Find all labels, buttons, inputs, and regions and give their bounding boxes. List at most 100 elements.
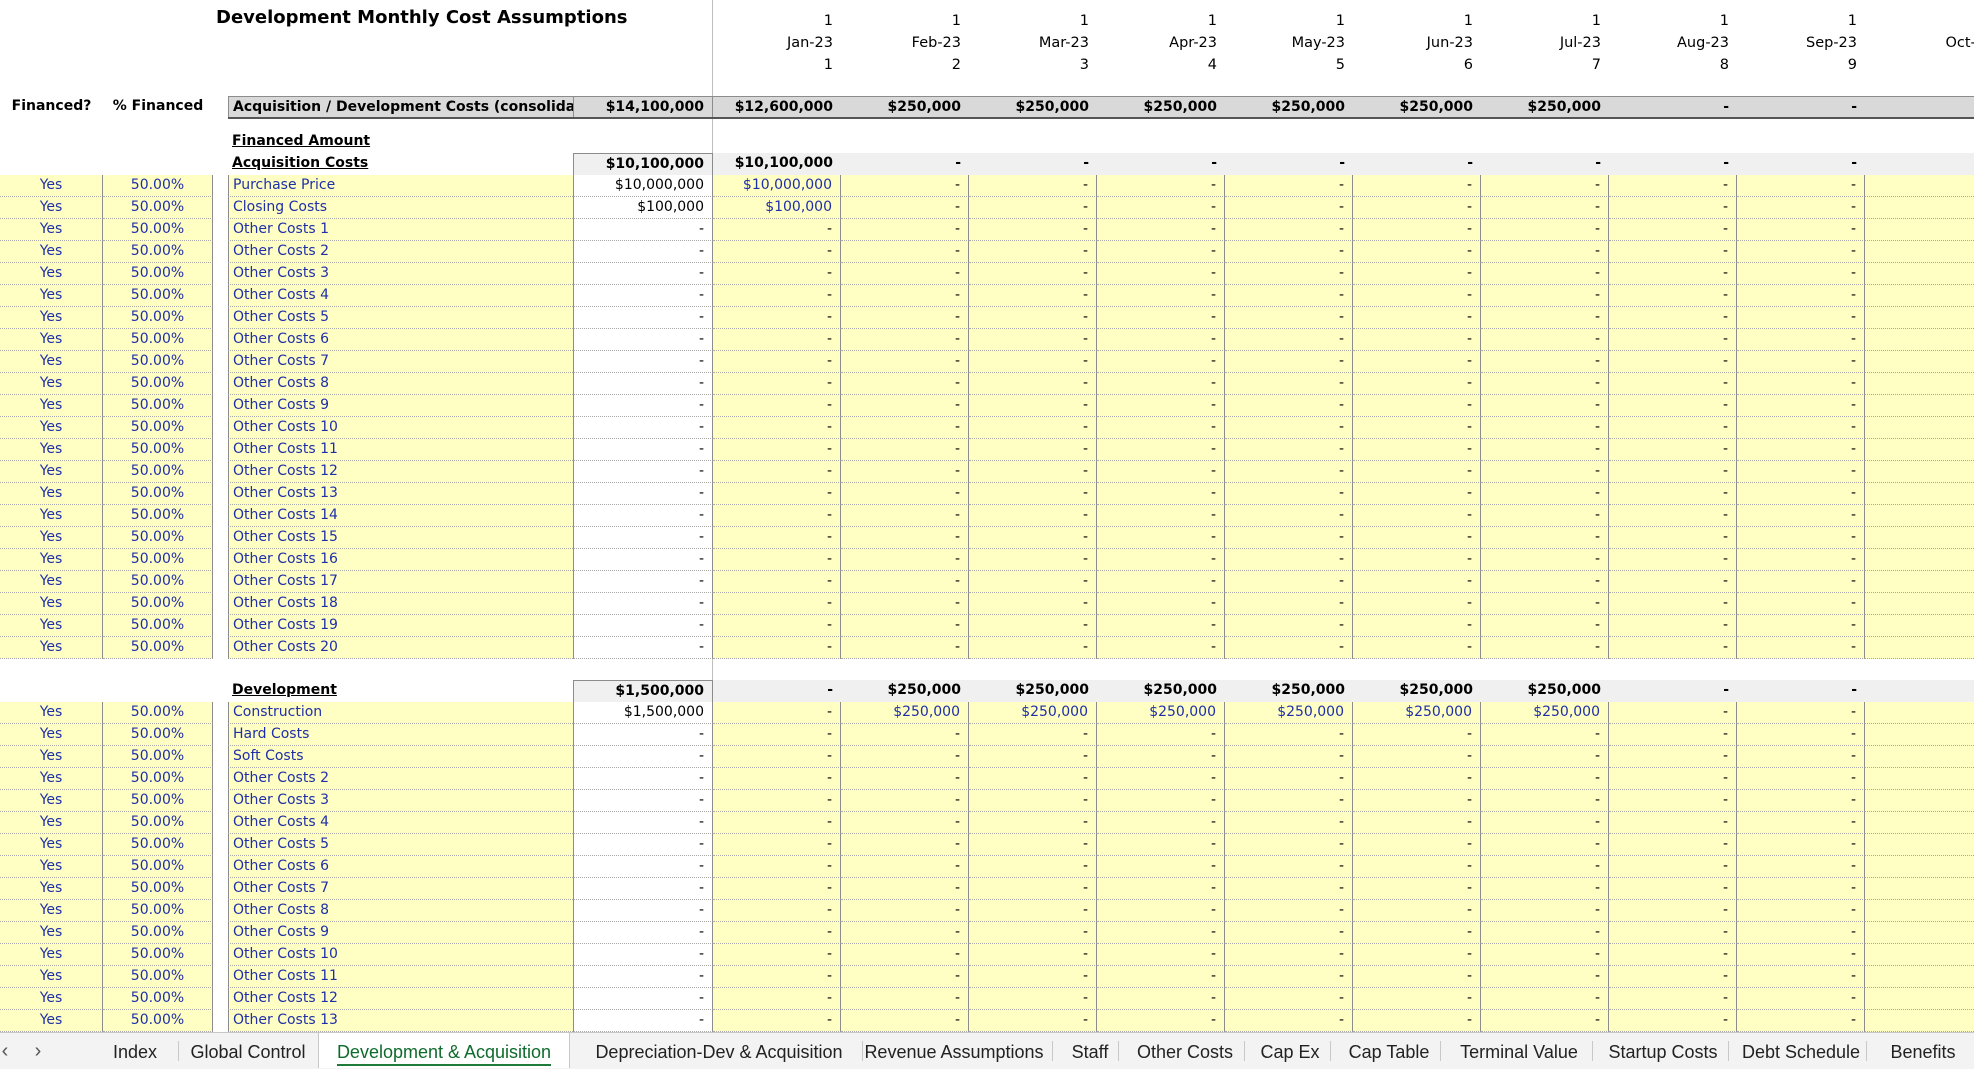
pct-financed-cell[interactable]: 50.00% xyxy=(103,527,213,549)
sheet-tab-global-control[interactable]: Global Control xyxy=(168,1033,328,1068)
cost-month-input[interactable]: - xyxy=(1097,790,1225,812)
sheet-tab-depreciation-dev-acquisition[interactable]: Depreciation-Dev & Acquisition xyxy=(576,1033,862,1068)
financed-flag-cell[interactable]: Yes xyxy=(0,944,103,966)
cost-month-input[interactable]: - xyxy=(1609,988,1737,1010)
cost-month-input[interactable]: - xyxy=(1481,944,1609,966)
cost-month-input[interactable]: - xyxy=(841,439,969,461)
cost-month-input[interactable]: - xyxy=(969,944,1097,966)
cost-month-input[interactable]: - xyxy=(1481,966,1609,988)
cost-month-input[interactable]: - xyxy=(1225,593,1353,615)
cost-month-input[interactable]: - xyxy=(1225,351,1353,373)
pct-financed-cell[interactable]: 50.00% xyxy=(103,593,213,615)
financed-flag-cell[interactable]: Yes xyxy=(0,329,103,351)
financed-flag-cell[interactable]: Yes xyxy=(0,307,103,329)
financed-flag-cell[interactable]: Yes xyxy=(0,834,103,856)
cost-month-input[interactable]: - xyxy=(969,1010,1097,1032)
pct-financed-cell[interactable]: 50.00% xyxy=(103,197,213,219)
cost-month-input[interactable]: - xyxy=(1481,988,1609,1010)
cost-month-input[interactable]: - xyxy=(841,571,969,593)
cost-month-input[interactable]: - xyxy=(969,593,1097,615)
cost-month-input[interactable]: - xyxy=(1353,329,1481,351)
financed-flag-cell[interactable]: Yes xyxy=(0,900,103,922)
sheet-tab-revenue-assumptions[interactable]: Revenue Assumptions xyxy=(856,1033,1052,1068)
cost-month-input[interactable]: - xyxy=(969,966,1097,988)
cost-month-input[interactable]: - xyxy=(713,637,841,659)
cost-month-input[interactable]: - xyxy=(1225,878,1353,900)
cost-month-input[interactable]: - xyxy=(969,724,1097,746)
cost-month-input[interactable]: - xyxy=(841,922,969,944)
cost-month-input[interactable]: - xyxy=(1225,263,1353,285)
cost-month-input[interactable]: - xyxy=(1353,637,1481,659)
cost-month-input[interactable]: - xyxy=(1609,461,1737,483)
cost-month-input[interactable]: - xyxy=(1225,285,1353,307)
cost-month-input[interactable]: - xyxy=(1225,768,1353,790)
cost-month-input[interactable]: - xyxy=(969,615,1097,637)
pct-financed-cell[interactable]: 50.00% xyxy=(103,285,213,307)
cost-month-input[interactable]: - xyxy=(841,878,969,900)
cost-item-name[interactable]: Other Costs 6 xyxy=(228,856,573,878)
cost-month-input[interactable]: - xyxy=(969,219,1097,241)
cost-month-input[interactable]: - xyxy=(841,746,969,768)
pct-financed-cell[interactable]: 50.00% xyxy=(103,790,213,812)
cost-month-input[interactable]: - xyxy=(713,922,841,944)
pct-financed-cell[interactable]: 50.00% xyxy=(103,1010,213,1032)
cost-month-input[interactable]: - xyxy=(1737,878,1865,900)
pct-financed-cell[interactable]: 50.00% xyxy=(103,812,213,834)
cost-month-input[interactable]: - xyxy=(713,505,841,527)
cost-month-input[interactable]: - xyxy=(1481,834,1609,856)
cost-month-input[interactable]: - xyxy=(969,263,1097,285)
spreadsheet-grid[interactable]: 1 Jan-23 1 1 Feb-23 2 1 Mar-23 3 1 Apr-23 4 1 May-23 5… xyxy=(0,0,1974,1032)
cost-month-input[interactable]: - xyxy=(1353,571,1481,593)
cost-month-input[interactable]: - xyxy=(1353,593,1481,615)
cost-month-input[interactable]: - xyxy=(841,549,969,571)
cost-month-input[interactable]: - xyxy=(1225,615,1353,637)
cost-month-input[interactable]: $250,000 xyxy=(969,702,1097,724)
cost-month-input[interactable]: - xyxy=(713,373,841,395)
cost-month-input[interactable]: - xyxy=(713,461,841,483)
financed-flag-cell[interactable]: Yes xyxy=(0,483,103,505)
cost-month-input[interactable]: - xyxy=(1097,878,1225,900)
cost-month-input[interactable]: - xyxy=(1225,461,1353,483)
cost-month-input[interactable]: - xyxy=(969,768,1097,790)
cost-month-input[interactable]: - xyxy=(1225,527,1353,549)
sheet-tab-staff[interactable]: Staff xyxy=(1062,1033,1118,1068)
cost-month-input[interactable]: - xyxy=(1225,483,1353,505)
cost-item-name[interactable]: Other Costs 4 xyxy=(228,285,573,307)
cost-month-input[interactable]: - xyxy=(713,439,841,461)
cost-month-input[interactable]: - xyxy=(841,790,969,812)
cost-month-input[interactable]: - xyxy=(1225,944,1353,966)
cost-month-input[interactable]: - xyxy=(1481,351,1609,373)
cost-month-input[interactable]: - xyxy=(969,856,1097,878)
cost-item-name[interactable]: Other Costs 5 xyxy=(228,834,573,856)
cost-month-input[interactable]: - xyxy=(1353,724,1481,746)
cost-month-input[interactable]: - xyxy=(1737,834,1865,856)
cost-month-input[interactable]: - xyxy=(1481,615,1609,637)
cost-month-input[interactable]: - xyxy=(841,768,969,790)
cost-month-input[interactable]: $250,000 xyxy=(1481,702,1609,724)
cost-month-input-overflow[interactable] xyxy=(1865,417,1974,439)
financed-flag-cell[interactable]: Yes xyxy=(0,922,103,944)
cost-month-input-overflow[interactable] xyxy=(1865,175,1974,197)
cost-item-name[interactable]: Other Costs 10 xyxy=(228,944,573,966)
cost-month-input[interactable]: - xyxy=(1097,263,1225,285)
sheet-tab-debt-schedule[interactable]: Debt Schedule xyxy=(1736,1033,1866,1068)
cost-month-input[interactable]: - xyxy=(1353,790,1481,812)
pct-financed-cell[interactable]: 50.00% xyxy=(103,768,213,790)
cost-month-input-overflow[interactable] xyxy=(1865,307,1974,329)
financed-flag-cell[interactable]: Yes xyxy=(0,373,103,395)
cost-month-input[interactable]: - xyxy=(1097,307,1225,329)
cost-month-input[interactable]: - xyxy=(1737,527,1865,549)
cost-month-input[interactable]: - xyxy=(1609,505,1737,527)
cost-month-input[interactable]: - xyxy=(1225,856,1353,878)
cost-month-input[interactable]: - xyxy=(1609,966,1737,988)
cost-month-input[interactable]: - xyxy=(1481,439,1609,461)
cost-month-input[interactable]: - xyxy=(1481,571,1609,593)
cost-month-input[interactable]: - xyxy=(969,197,1097,219)
cost-month-input[interactable]: - xyxy=(713,351,841,373)
cost-item-name[interactable]: Other Costs 9 xyxy=(228,922,573,944)
cost-month-input-overflow[interactable] xyxy=(1865,724,1974,746)
cost-month-input[interactable]: $250,000 xyxy=(1353,702,1481,724)
cost-month-input[interactable]: - xyxy=(1609,307,1737,329)
cost-month-input[interactable]: - xyxy=(1609,768,1737,790)
cost-item-name[interactable]: Other Costs 13 xyxy=(228,1010,573,1032)
